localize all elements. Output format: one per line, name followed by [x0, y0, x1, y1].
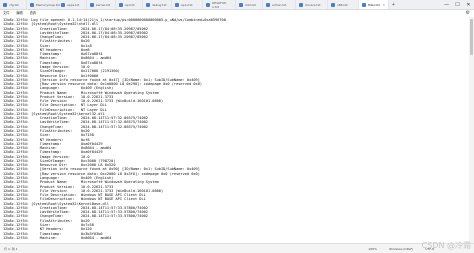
close-window-button[interactable]: ✕: [463, 0, 474, 9]
tab-label: debug.txt: [152, 2, 167, 7]
tab-11[interactable]: x86.txt: [328, 0, 359, 9]
file-icon: [239, 2, 243, 7]
tab-4[interactable]: apl.txt: [116, 0, 143, 9]
scrollbar-thumb[interactable]: [470, 19, 473, 55]
file-icon: [30, 2, 34, 7]
settings-gear-icon[interactable]: ⚙: [466, 10, 470, 16]
maximize-button[interactable]: ☐: [452, 0, 463, 9]
tab-12[interactable]: filter.txt ✕: [359, 0, 389, 9]
tab-label: apl.txt: [125, 2, 135, 7]
tab-6[interactable]: apiu.txt: [172, 0, 203, 9]
file-icon: [175, 2, 179, 7]
file-icon: [90, 2, 94, 7]
tab-2[interactable]: apps.txt: [58, 0, 87, 9]
file-icon: [146, 2, 150, 7]
tab-label: x86.txt: [337, 2, 348, 7]
watermark: CSDN @冷霜: [421, 241, 471, 250]
tab-3[interactable]: kernel.txt: [87, 0, 116, 9]
minimize-button[interactable]: —: [441, 0, 452, 9]
line-ending: Windows (CRLF): [388, 246, 414, 251]
text-editor-area[interactable]: 12b8c.12f54: Log file opened: 0.1.14:14(…: [0, 17, 474, 243]
menu-file[interactable]: 文件: [3, 10, 9, 15]
file-icon: [119, 2, 123, 7]
menu-edit[interactable]: 编辑: [16, 10, 22, 15]
status-bar: 行 1, 列 1 100% Windows (CRLF) UTF-8: [0, 243, 474, 253]
menu-view[interactable]: 查看: [30, 10, 36, 15]
tab-label: apiu.txt: [181, 2, 193, 7]
tab-label: kernel.txt: [96, 2, 111, 7]
tab-9[interactable]: admin.txt: [263, 0, 296, 9]
file-icon: [61, 2, 65, 7]
file-icon: [266, 2, 270, 7]
tab-5[interactable]: debug.txt: [143, 0, 172, 9]
file-icon: [362, 2, 366, 7]
close-tab-icon[interactable]: ✕: [382, 3, 385, 7]
tab-0[interactable]: cfg.txt: [0, 0, 27, 9]
menu-bar: 文件 编辑 查看 ⚙: [0, 9, 474, 16]
file-icon: [331, 2, 335, 7]
tab-label: DESKTOP-1.txt: [212, 0, 227, 9]
new-tab-button[interactable]: +: [389, 2, 398, 8]
vertical-scrollbar[interactable]: [469, 17, 474, 243]
tab-label: apps.txt: [67, 2, 80, 7]
tab-7[interactable]: DESKTOP-1.txt: [203, 0, 236, 9]
file-icon: [299, 2, 303, 7]
file-icon: [3, 2, 7, 7]
tab-8[interactable]: ddd.txt: [236, 0, 263, 9]
cursor-position: 行 1, 列 1: [4, 246, 18, 251]
tab-label: filter.txt: [368, 2, 380, 7]
tab-label: cfg.txt: [9, 2, 19, 7]
tab-label: ddd.txt: [245, 2, 256, 7]
file-icon: [206, 2, 210, 7]
zoom-level: 100%: [368, 246, 377, 251]
tab-label: Memorymap.txt: [36, 2, 60, 7]
tabs-container: cfg.txt Memorymap.txt apps.txt kernel.txt ap…: [0, 0, 389, 9]
tab-label: drivers.txt: [305, 2, 321, 7]
window-controls: — ☐ ✕: [441, 0, 474, 9]
tab-1[interactable]: Memorymap.txt: [27, 0, 60, 9]
tab-10[interactable]: drivers.txt: [296, 0, 328, 9]
tab-label: admin.txt: [272, 2, 287, 7]
log-line: 12b8c.12f54: Machine: 0x8664 - amd64: [3, 235, 112, 240]
